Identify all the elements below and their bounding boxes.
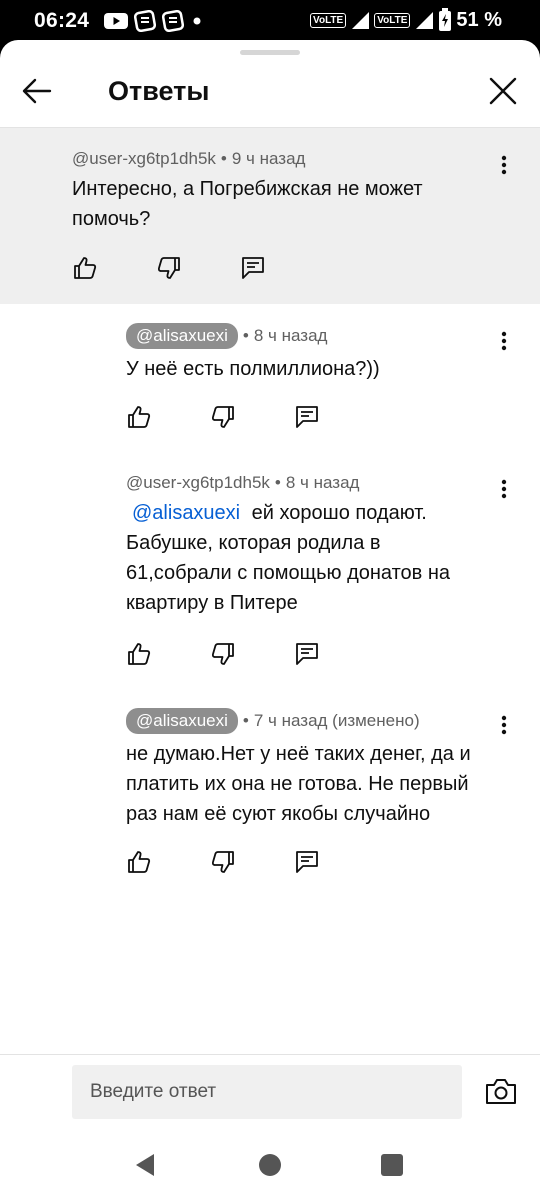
volte-badge: VoLTE	[374, 12, 411, 28]
comment-text: У неё есть полмиллиона?))	[126, 358, 380, 380]
replies-sheet: Ответы @user-xg6tp1dh5k • 9 ч назад Инте…	[0, 40, 540, 1200]
reply-icon[interactable]	[294, 641, 320, 667]
system-nav-bar	[0, 1142, 540, 1200]
notification-icons	[104, 10, 204, 32]
like-icon[interactable]	[126, 641, 152, 667]
comment-meta: @alisaxuexi • 8 ч назад	[126, 323, 496, 349]
meta-separator: •	[220, 149, 227, 168]
comment-text: не думаю.Нет у неё таких денег, да и пла…	[126, 743, 471, 825]
comment-meta: @alisaxuexi • 7 ч назад (изменено)	[126, 708, 496, 734]
meta-separator: •	[274, 473, 281, 492]
app-icon	[134, 10, 156, 32]
youtube-icon	[104, 13, 128, 29]
comment-meta: @user-xg6tp1dh5k • 8 ч назад	[126, 473, 488, 493]
nav-back-icon[interactable]	[132, 1152, 158, 1178]
reply-comment: @alisaxuexi • 8 ч назад У неё есть полми…	[126, 323, 496, 384]
like-icon[interactable]	[126, 849, 152, 875]
more-options-icon[interactable]	[492, 153, 516, 177]
dot-icon	[193, 17, 201, 25]
close-icon[interactable]	[486, 74, 520, 108]
parent-comment: @user-xg6tp1dh5k • 9 ч назад Интересно, …	[72, 149, 472, 234]
reply-comment: @alisaxuexi • 7 ч назад (изменено) не ду…	[126, 708, 496, 829]
comment-author[interactable]: @user-xg6tp1dh5k	[72, 149, 216, 169]
comment-actions	[126, 641, 378, 667]
comment-text: @alisaxuexi ей хорошо подают. Бабушке, к…	[126, 498, 488, 618]
status-bar: 06:24 VoLTE VoLTE 51 %	[0, 0, 540, 40]
comment-author[interactable]: @user-xg6tp1dh5k	[126, 473, 270, 493]
comment-time: 8 ч назад	[253, 326, 328, 345]
reply-divider	[0, 1054, 540, 1055]
app-icon	[162, 10, 184, 32]
meta-separator: •	[242, 326, 249, 345]
mention-link[interactable]: @alisaxuexi	[126, 502, 240, 524]
signal-icon	[352, 12, 370, 29]
dislike-icon[interactable]	[210, 404, 236, 430]
nav-recents-icon[interactable]	[381, 1154, 403, 1176]
meta-separator: •	[242, 711, 249, 730]
comment-time: 8 ч назад	[285, 473, 360, 492]
reply-icon[interactable]	[240, 255, 266, 281]
comment-time: 7 ч назад (изменено)	[253, 711, 420, 730]
camera-icon[interactable]	[484, 1076, 518, 1106]
reply-icon[interactable]	[294, 849, 320, 875]
comment-author-chip[interactable]: @alisaxuexi	[126, 323, 238, 349]
comment-meta: @user-xg6tp1dh5k • 9 ч назад	[72, 149, 472, 169]
sheet-header: Ответы	[0, 60, 540, 128]
drag-handle[interactable]	[240, 50, 300, 55]
comment-actions	[126, 404, 378, 430]
comment-text: Интересно, а Погребижская не может помоч…	[72, 178, 423, 230]
comment-time: 9 ч назад	[231, 149, 306, 168]
system-icons: VoLTE VoLTE 51 %	[310, 8, 502, 32]
reply-comment: @user-xg6tp1dh5k • 8 ч назад @alisaxuexi…	[126, 473, 488, 618]
like-icon[interactable]	[72, 255, 98, 281]
dislike-icon[interactable]	[156, 255, 182, 281]
status-time: 06:24	[34, 9, 90, 32]
page-title: Ответы	[108, 76, 210, 106]
battery-percent: 51 %	[456, 8, 502, 31]
comment-actions	[126, 849, 378, 875]
reply-input[interactable]	[72, 1065, 462, 1119]
reply-icon[interactable]	[294, 404, 320, 430]
dislike-icon[interactable]	[210, 641, 236, 667]
battery-icon	[439, 8, 452, 31]
volte-badge: VoLTE	[310, 12, 347, 28]
more-options-icon[interactable]	[492, 713, 516, 737]
back-arrow-icon[interactable]	[20, 74, 54, 108]
comment-actions	[72, 255, 324, 281]
dislike-icon[interactable]	[210, 849, 236, 875]
nav-home-icon[interactable]	[259, 1154, 281, 1176]
comment-author-chip[interactable]: @alisaxuexi	[126, 708, 238, 734]
signal-icon	[416, 12, 434, 29]
more-options-icon[interactable]	[492, 329, 516, 353]
like-icon[interactable]	[126, 404, 152, 430]
more-options-icon[interactable]	[492, 477, 516, 501]
